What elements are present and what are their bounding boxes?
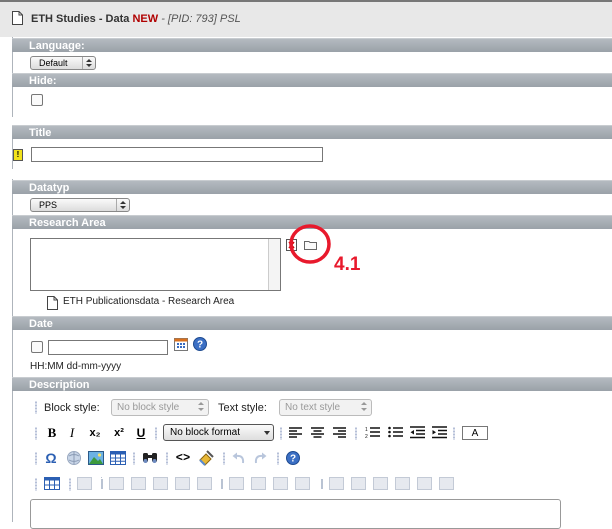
record-title: ETH Studies - Data bbox=[31, 13, 130, 25]
toolbar-grip bbox=[133, 452, 135, 465]
svg-text:2: 2 bbox=[365, 434, 368, 439]
pid-text: - [PID: 793] PSL bbox=[161, 13, 241, 25]
toolbar-grip bbox=[35, 478, 37, 491]
superscript-button[interactable]: x² bbox=[109, 425, 129, 441]
indent-icon[interactable] bbox=[432, 426, 447, 439]
help-icon[interactable]: ? bbox=[193, 337, 207, 351]
language-header: Language: bbox=[12, 38, 612, 52]
select-arrows-icon bbox=[82, 57, 95, 69]
table-properties-icon[interactable] bbox=[44, 477, 60, 490]
research-area-link[interactable]: ETH Publicationsdata - Research Area bbox=[63, 296, 234, 307]
unordered-list-icon[interactable] bbox=[388, 426, 403, 439]
datatyp-selected-value: PPS bbox=[39, 200, 58, 210]
hide-header: Hide: bbox=[12, 73, 612, 87]
toolbar-grip bbox=[277, 452, 279, 465]
datatyp-header: Datatyp bbox=[12, 180, 612, 194]
clean-formatting-icon[interactable] bbox=[198, 450, 215, 466]
new-badge: NEW bbox=[132, 13, 159, 25]
text-color-button[interactable]: A bbox=[462, 426, 488, 440]
subscript-button[interactable]: x₂ bbox=[85, 425, 105, 441]
redo-icon[interactable] bbox=[254, 452, 267, 464]
insert-table-icon[interactable] bbox=[110, 451, 126, 465]
find-replace-icon[interactable] bbox=[142, 451, 158, 465]
align-center-icon[interactable] bbox=[311, 427, 324, 438]
toolbar-grip bbox=[35, 401, 37, 414]
toolbar-grip bbox=[280, 427, 282, 440]
outdent-icon[interactable] bbox=[410, 426, 425, 439]
toolbar-grip bbox=[35, 452, 37, 465]
toolbar-grip bbox=[223, 452, 225, 465]
block-style-value: No block style bbox=[117, 402, 180, 413]
required-warning-icon: ! bbox=[13, 149, 23, 161]
svg-text:1: 1 bbox=[365, 427, 368, 433]
row-properties-icon bbox=[77, 477, 92, 490]
text-style-label: Text style: bbox=[218, 402, 267, 414]
datatyp-select[interactable]: PPS bbox=[30, 198, 130, 212]
help-icon[interactable]: ? bbox=[286, 451, 300, 465]
align-left-icon[interactable] bbox=[289, 427, 302, 438]
insert-link-icon[interactable] bbox=[66, 451, 82, 465]
source-code-button[interactable]: <> bbox=[174, 450, 192, 466]
toolbar-grip bbox=[155, 427, 157, 440]
date-checkbox[interactable] bbox=[31, 341, 43, 353]
calendar-icon[interactable] bbox=[174, 338, 188, 351]
description-editor[interactable] bbox=[30, 499, 561, 529]
toolbar-grip bbox=[35, 427, 37, 440]
text-style-select[interactable]: No text style bbox=[279, 399, 372, 416]
annotation-label: 4.1 bbox=[334, 254, 361, 275]
research-area-listbox[interactable] bbox=[30, 238, 281, 291]
special-character-button[interactable]: Ω bbox=[43, 450, 59, 466]
text-style-value: No text style bbox=[285, 402, 341, 413]
annotation-circle-icon bbox=[289, 224, 331, 264]
document-icon bbox=[12, 11, 23, 25]
insert-image-icon[interactable] bbox=[88, 451, 104, 465]
ordered-list-icon[interactable]: 1 2 bbox=[365, 426, 380, 439]
block-format-value: No block format bbox=[170, 427, 241, 438]
language-select[interactable]: Default bbox=[30, 56, 96, 70]
record-header: ETH Studies - Data NEW - [PID: 793] PSL bbox=[0, 0, 612, 37]
table-tools-disabled-icons bbox=[77, 477, 454, 490]
hide-checkbox[interactable] bbox=[31, 94, 43, 106]
select-arrows-icon bbox=[360, 402, 369, 413]
language-selected-value: Default bbox=[39, 58, 68, 68]
title-header: Title bbox=[12, 125, 612, 139]
block-style-label: Block style: bbox=[44, 402, 100, 414]
svg-text:?: ? bbox=[197, 340, 203, 351]
undo-icon[interactable] bbox=[232, 452, 245, 464]
select-arrows-icon bbox=[116, 199, 129, 211]
date-format-hint: HH:MM dd-mm-yyyy bbox=[30, 361, 122, 372]
date-input[interactable] bbox=[48, 340, 168, 355]
toolbar-grip bbox=[166, 452, 168, 465]
underline-button[interactable]: U bbox=[133, 425, 149, 441]
block-format-select[interactable]: No block format bbox=[163, 424, 274, 441]
record-title-line: ETH Studies - Data NEW - [PID: 793] PSL bbox=[31, 13, 241, 25]
document-icon bbox=[47, 296, 58, 310]
svg-text:?: ? bbox=[290, 454, 296, 465]
toolbar-grip bbox=[355, 427, 357, 440]
toolbar-grip bbox=[453, 427, 455, 440]
listbox-scrollbar[interactable] bbox=[268, 239, 280, 290]
date-header: Date bbox=[12, 316, 612, 330]
dropdown-arrow-icon bbox=[264, 431, 270, 435]
toolbar-grip bbox=[69, 478, 71, 491]
description-header: Description bbox=[12, 377, 612, 391]
title-input[interactable] bbox=[31, 147, 323, 162]
select-arrows-icon bbox=[197, 402, 206, 413]
align-right-icon[interactable] bbox=[333, 427, 346, 438]
bold-button[interactable]: B bbox=[44, 425, 60, 441]
block-style-select[interactable]: No block style bbox=[111, 399, 209, 416]
italic-button[interactable]: I bbox=[65, 425, 79, 441]
